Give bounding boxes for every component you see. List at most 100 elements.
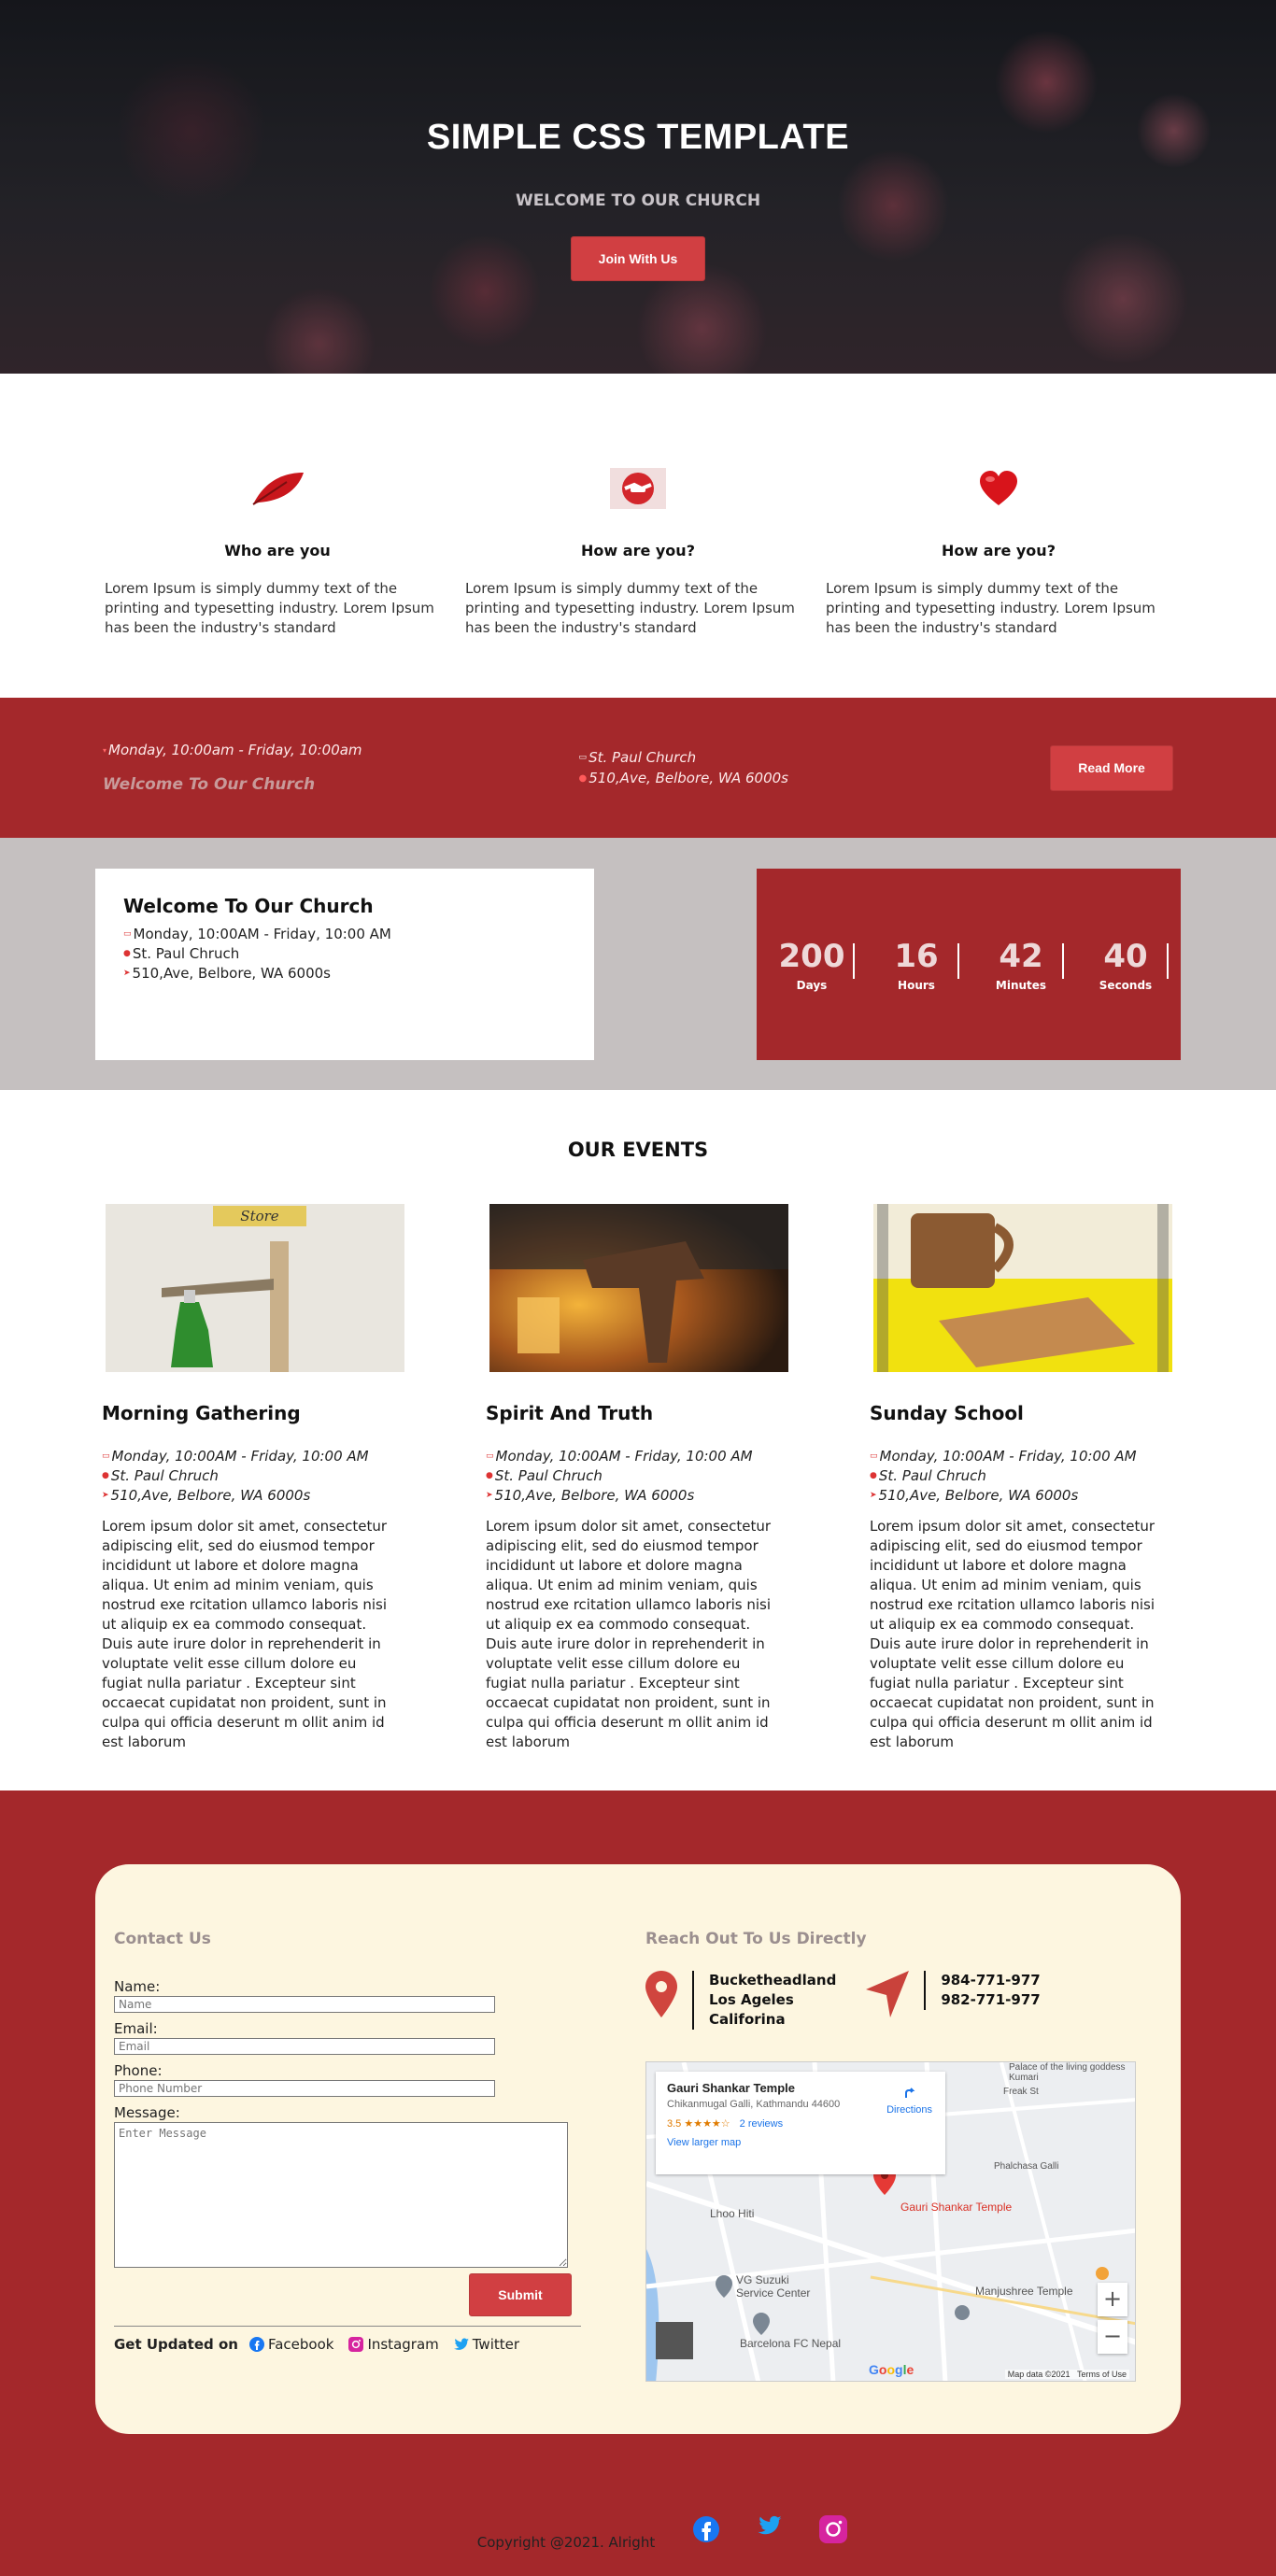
map-zoom-in-button[interactable]: + bbox=[1098, 2283, 1127, 2316]
directions-icon bbox=[904, 2088, 914, 2098]
map-label: Palace of the living goddess Kumari bbox=[1009, 2062, 1126, 2083]
email-label: Email: bbox=[114, 2020, 158, 2037]
welcome-card-place: St. Paul Chruch bbox=[132, 945, 240, 962]
instagram-link[interactable]: Instagram bbox=[348, 2336, 439, 2353]
welcome-countdown-section: Welcome To Our Church ▭ Monday, 10:00AM -… bbox=[0, 838, 1276, 1090]
map-zoom-out-button[interactable]: − bbox=[1098, 2320, 1127, 2354]
contact-heading: Contact Us bbox=[114, 1930, 211, 1948]
event-card: Store Morning Gathering ▭ Monday, 10:00AM… bbox=[102, 1204, 419, 1752]
map-pin-icon bbox=[645, 1971, 677, 2017]
calendar-icon: ▾ bbox=[103, 745, 107, 755]
navigation-arrow-icon: ➤ bbox=[870, 1491, 877, 1500]
facebook-link[interactable]: Facebook bbox=[248, 2336, 333, 2353]
navigation-arrow-icon: ➤ bbox=[486, 1491, 493, 1500]
info-bar-welcome: Welcome To Our Church bbox=[103, 775, 316, 794]
reach-phones: 984-771-977 982-771-977 bbox=[924, 1971, 1041, 2010]
google-logo: Google bbox=[869, 2362, 914, 2377]
footer-twitter-link[interactable] bbox=[758, 2515, 782, 2540]
facebook-icon bbox=[693, 2516, 720, 2542]
calendar-icon: ▭ bbox=[102, 1451, 110, 1461]
feature-text: Lorem Ipsum is simply dummy text of the … bbox=[826, 580, 1155, 636]
submit-button[interactable]: Submit bbox=[469, 2273, 572, 2316]
navigation-arrow-icon: ➤ bbox=[102, 1491, 109, 1500]
countdown-timer: 200 Days 16 Hours 42 Minutes 40 Seconds bbox=[757, 869, 1181, 1060]
get-updated-label: Get Updated on bbox=[114, 2336, 238, 2353]
name-input[interactable] bbox=[114, 1996, 495, 2013]
location-pin-icon: ● bbox=[486, 1471, 493, 1480]
events-title: OUR EVENTS bbox=[567, 1139, 709, 1161]
message-textarea[interactable] bbox=[114, 2122, 568, 2268]
store-sign: Store bbox=[240, 1208, 279, 1224]
instagram-icon bbox=[819, 2515, 848, 2543]
feature-title: How are you? bbox=[581, 542, 695, 559]
reach-panel: Reach Out To Us Directly Bucketheadland … bbox=[645, 1930, 1136, 2434]
map-reviews-link[interactable]: 2 reviews bbox=[740, 2118, 783, 2130]
hero-title: SIMPLE CSS TEMPLATE bbox=[426, 118, 850, 157]
map-label: Phalchasa Galli bbox=[994, 2161, 1059, 2172]
contact-form-panel: Contact Us Name: Email: Phone: Message: … bbox=[114, 1930, 581, 2434]
hero-subtitle: WELCOME TO OUR CHURCH bbox=[515, 191, 761, 210]
footer-instagram-link[interactable] bbox=[819, 2515, 848, 2547]
event-place: St. Paul Chruch bbox=[110, 1467, 219, 1484]
event-card: Spirit And Truth ▭ Monday, 10:00AM - Frid… bbox=[486, 1204, 803, 1752]
email-input[interactable] bbox=[114, 2038, 495, 2055]
map-label: VG Suzuki Service Center bbox=[736, 2273, 811, 2300]
welcome-card: Welcome To Our Church ▭ Monday, 10:00AM -… bbox=[95, 869, 594, 1060]
directions-button[interactable]: Directions bbox=[886, 2085, 932, 2116]
footer-facebook-link[interactable] bbox=[692, 2515, 720, 2547]
location-pin-icon: ● bbox=[870, 1471, 877, 1480]
event-time: Monday, 10:00AM - Friday, 10:00 AM bbox=[495, 1448, 753, 1465]
event-place: St. Paul Chruch bbox=[878, 1467, 986, 1484]
read-more-button[interactable]: Read More bbox=[1050, 744, 1173, 791]
join-button[interactable]: Join With Us bbox=[571, 236, 705, 281]
countdown-seconds: 40 Seconds bbox=[1073, 938, 1178, 992]
view-larger-map-link[interactable]: View larger map bbox=[667, 2137, 934, 2148]
leaf-icon bbox=[105, 467, 450, 510]
twitter-link[interactable]: Twitter bbox=[453, 2336, 519, 2353]
handshake-icon bbox=[465, 467, 811, 510]
event-description: Lorem ipsum dolor sit amet, consectetur … bbox=[486, 1518, 772, 1750]
social-updates-row: Get Updated on Facebook Instagram Twitte… bbox=[114, 2326, 581, 2353]
navigation-arrow-icon: ➤ bbox=[123, 969, 131, 978]
welcome-card-address: 510,Ave, Belbore, WA 6000s bbox=[132, 965, 331, 982]
info-bar: ▾ Monday, 10:00am - Friday, 10:00am Welco… bbox=[0, 698, 1276, 838]
event-title: Sunday School bbox=[870, 1402, 1024, 1424]
event-image-glass-lamp bbox=[489, 1204, 788, 1372]
heart-icon bbox=[826, 467, 1171, 510]
phone-input[interactable] bbox=[114, 2080, 495, 2097]
info-bar-address: 510,Ave, Belbore, WA 6000s bbox=[588, 770, 789, 786]
feature-card: How are you? Lorem Ipsum is simply dummy… bbox=[465, 467, 811, 698]
phone-label: Phone: bbox=[114, 2062, 163, 2079]
event-place: St. Paul Chruch bbox=[494, 1467, 603, 1484]
event-image-wooden-cup bbox=[873, 1204, 1172, 1372]
event-card: Sunday School ▭ Monday, 10:00AM - Friday,… bbox=[870, 1204, 1187, 1752]
event-description: Lorem ipsum dolor sit amet, consectetur … bbox=[102, 1518, 388, 1750]
map-place-card: Gauri Shankar Temple Chikanmugal Galli, … bbox=[656, 2072, 945, 2174]
reach-address: Bucketheadland Los Ageles Califorina bbox=[692, 1971, 836, 2030]
event-title: Morning Gathering bbox=[102, 1402, 301, 1424]
map-terms-link[interactable]: Terms of Use bbox=[1077, 2370, 1127, 2379]
event-address: 510,Ave, Belbore, WA 6000s bbox=[494, 1487, 695, 1504]
welcome-card-time: Monday, 10:00AM - Friday, 10:00 AM bbox=[133, 926, 391, 942]
feature-card: How are you? Lorem Ipsum is simply dummy… bbox=[826, 467, 1171, 698]
feature-text: Lorem Ipsum is simply dummy text of the … bbox=[105, 580, 434, 636]
name-label: Name: bbox=[114, 1978, 161, 1995]
map-label: Lhoo Hiti bbox=[710, 2207, 755, 2220]
contact-card: Contact Us Name: Email: Phone: Message: … bbox=[95, 1864, 1181, 2434]
message-label: Message: bbox=[114, 2104, 180, 2121]
navigation-arrow-icon bbox=[866, 1971, 910, 2017]
footer: Copyright @2021. Alright bbox=[0, 2465, 1276, 2576]
countdown-hours: 16 Hours bbox=[864, 938, 969, 992]
event-image-bottle-lamp: Store bbox=[106, 1204, 404, 1372]
hero-banner: SIMPLE CSS TEMPLATE WELCOME TO OUR CHURC… bbox=[0, 0, 1276, 374]
welcome-card-title: Welcome To Our Church bbox=[123, 895, 374, 917]
embedded-map[interactable]: Gauri Shankar Temple Chikanmugal Galli, … bbox=[645, 2061, 1136, 2382]
feature-title: How are you? bbox=[942, 542, 1056, 559]
location-pin-icon: ● bbox=[578, 772, 588, 784]
event-description: Lorem ipsum dolor sit amet, consectetur … bbox=[870, 1518, 1155, 1750]
calendar-icon: ▭ bbox=[870, 1451, 878, 1461]
twitter-icon bbox=[758, 2515, 782, 2535]
events-section: OUR EVENTS Store Morning Gathering ▭ Mond… bbox=[0, 1090, 1276, 1790]
map-rating: 3.5 ★★★★☆ 2 reviews bbox=[667, 2118, 784, 2130]
location-pin-icon: ● bbox=[123, 949, 131, 958]
